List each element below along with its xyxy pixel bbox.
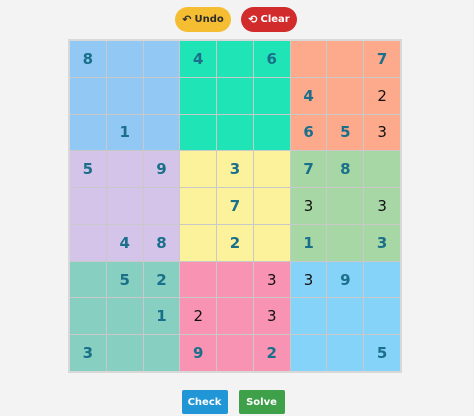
bottom-controls: Check Solve [0,390,474,414]
sudoku-cell[interactable] [364,151,400,188]
sudoku-cell[interactable]: 7 [217,188,253,224]
sudoku-cell[interactable]: 3 [364,114,400,151]
sudoku-cell[interactable] [180,151,217,188]
sudoku-cell[interactable]: 5 [70,151,106,188]
sudoku-cell[interactable] [143,335,180,371]
sudoku-cell[interactable]: 5 [106,261,143,298]
sudoku-cell[interactable]: 2 [143,261,180,298]
sudoku-cell[interactable]: 3 [290,261,327,298]
sudoku-cell[interactable] [180,224,217,261]
sudoku-cell[interactable] [253,151,290,188]
sudoku-cell[interactable] [70,224,106,261]
sudoku-cell[interactable]: 9 [143,151,180,188]
sudoku-cell[interactable] [70,298,106,335]
sudoku-cell[interactable]: 2 [180,298,217,335]
clear-label: Clear [260,14,290,25]
sudoku-cell[interactable] [70,261,106,298]
sudoku-cell[interactable]: 5 [327,114,364,151]
sudoku-cell[interactable]: 2 [253,335,290,371]
sudoku-cell[interactable] [217,41,253,77]
sudoku-cell[interactable] [217,298,253,335]
sudoku-board: 84674216535937873348213523391233925 [68,39,402,373]
sudoku-cell[interactable]: 3 [217,151,253,188]
sudoku-cell[interactable] [106,41,143,77]
sudoku-cell[interactable]: 7 [364,41,400,77]
sudoku-cell[interactable] [327,335,364,371]
sudoku-cell[interactable] [180,188,217,224]
sudoku-cell[interactable]: 3 [290,188,327,224]
sudoku-cell[interactable] [327,41,364,77]
sudoku-cell[interactable]: 1 [290,224,327,261]
sudoku-cell[interactable] [253,114,290,151]
sudoku-cell[interactable]: 6 [290,114,327,151]
undo-button[interactable]: ↶ Undo [175,7,231,32]
sudoku-cell[interactable]: 3 [364,188,400,224]
solve-button[interactable]: Solve [238,390,285,414]
sudoku-cell[interactable]: 5 [364,335,400,371]
sudoku-cell[interactable]: 3 [253,298,290,335]
sudoku-cell[interactable] [327,188,364,224]
sudoku-cell[interactable] [327,224,364,261]
clear-button[interactable]: ⟲ Clear [241,7,297,32]
sudoku-cell[interactable] [70,114,106,151]
sudoku-cell[interactable] [106,188,143,224]
sudoku-cell[interactable]: 1 [143,298,180,335]
sudoku-cell[interactable] [70,188,106,224]
sudoku-cell[interactable]: 3 [70,335,106,371]
sudoku-cell[interactable]: 3 [253,261,290,298]
sudoku-cell[interactable] [290,335,327,371]
top-controls: ↶ Undo ⟲ Clear [0,7,474,32]
sudoku-cell[interactable]: 1 [106,114,143,151]
sudoku-cell[interactable] [327,298,364,335]
sudoku-cell[interactable]: 4 [180,41,217,77]
sudoku-cell[interactable] [180,114,217,151]
sudoku-cell[interactable] [290,41,327,77]
sudoku-cell[interactable]: 8 [143,224,180,261]
sudoku-cell[interactable]: 4 [290,77,327,114]
sudoku-cell[interactable] [106,77,143,114]
sudoku-cell[interactable]: 8 [327,151,364,188]
sudoku-cell[interactable] [364,298,400,335]
sudoku-cell[interactable] [217,114,253,151]
sudoku-cell[interactable]: 6 [253,41,290,77]
sudoku-cell[interactable] [70,77,106,114]
sudoku-cell[interactable] [106,335,143,371]
undo-label: Undo [194,14,224,25]
sudoku-cell[interactable] [217,261,253,298]
sudoku-cell[interactable]: 7 [290,151,327,188]
sudoku-cell[interactable] [106,298,143,335]
sudoku-cell[interactable] [253,188,290,224]
sudoku-cell[interactable] [253,77,290,114]
sudoku-cell[interactable]: 3 [364,224,400,261]
sudoku-cell[interactable] [180,77,217,114]
sudoku-cell[interactable] [143,77,180,114]
sudoku-cell[interactable]: 9 [180,335,217,371]
sudoku-cell[interactable] [180,261,217,298]
check-button[interactable]: Check [181,390,228,414]
sudoku-cell[interactable] [217,77,253,114]
sudoku-cell[interactable]: 9 [327,261,364,298]
sudoku-cell[interactable] [143,114,180,151]
sudoku-cell[interactable] [253,224,290,261]
sudoku-cell[interactable] [327,77,364,114]
sudoku-cell[interactable] [290,298,327,335]
clear-icon: ⟲ [248,13,258,26]
sudoku-cell[interactable] [364,261,400,298]
sudoku-cell[interactable] [106,151,143,188]
undo-icon: ↶ [182,13,192,26]
sudoku-cell[interactable] [217,335,253,371]
sudoku-cell[interactable]: 8 [70,41,106,77]
sudoku-cell[interactable]: 2 [364,77,400,114]
sudoku-cell[interactable]: 2 [217,224,253,261]
sudoku-cell[interactable]: 4 [106,224,143,261]
sudoku-cell[interactable] [143,41,180,77]
sudoku-cell[interactable] [143,188,180,224]
